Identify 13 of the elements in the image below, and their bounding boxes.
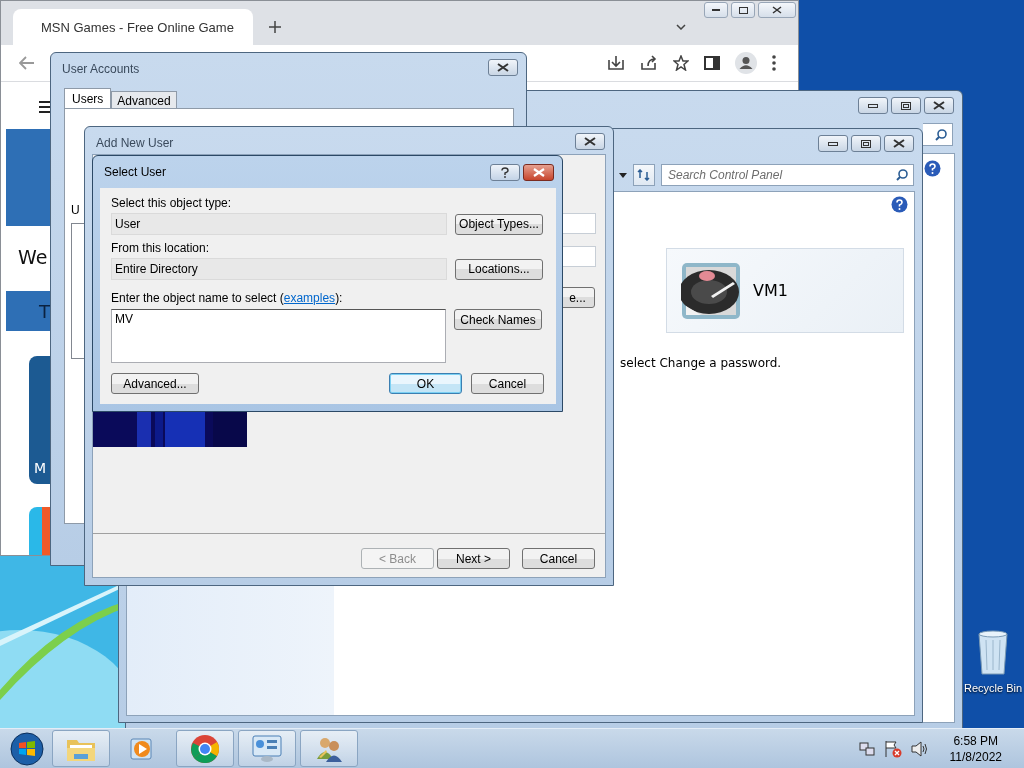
taskbar-button[interactable] bbox=[238, 730, 296, 767]
clock-date: 11/8/2022 bbox=[949, 748, 1002, 765]
taskbar-button[interactable] bbox=[300, 730, 358, 767]
speaker-icon[interactable] bbox=[910, 740, 929, 757]
window-panel-icon bbox=[252, 734, 282, 763]
flag-icon[interactable] bbox=[883, 739, 902, 758]
clock-time: 6:58 PM bbox=[953, 732, 999, 749]
browser-icon bbox=[190, 733, 220, 764]
network-icon[interactable] bbox=[858, 740, 875, 757]
start-button[interactable] bbox=[10, 731, 44, 766]
taskbar-button[interactable] bbox=[52, 730, 110, 767]
clock[interactable]: 6:58 PM 11/8/2022 bbox=[949, 732, 1002, 765]
taskbar-button[interactable] bbox=[176, 730, 234, 767]
